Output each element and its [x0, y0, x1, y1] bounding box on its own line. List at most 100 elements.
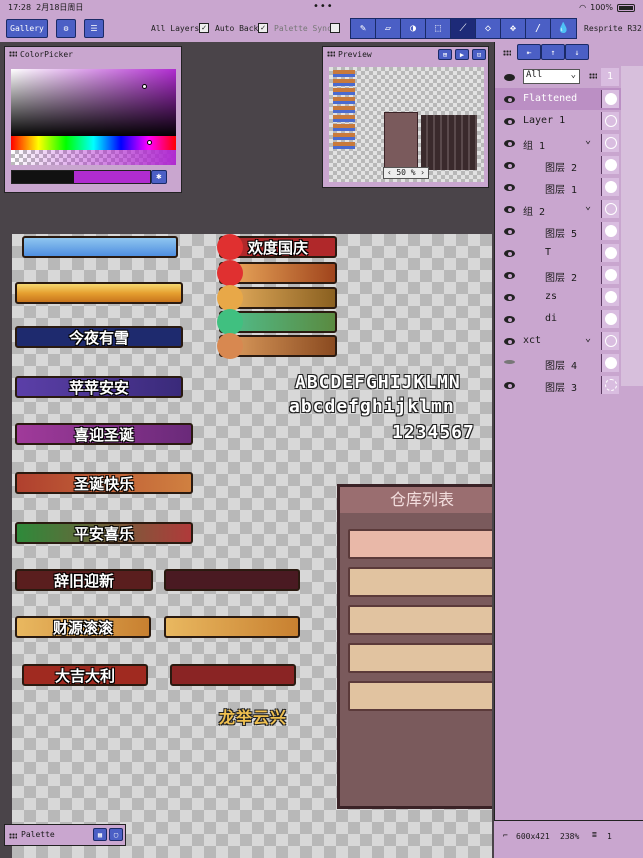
- canvas-banner-peace: 苹苹安安: [15, 376, 183, 398]
- warehouse-panel-art: 仓库列表: [337, 484, 492, 809]
- hue-slider[interactable]: [11, 136, 176, 150]
- colorpicker-title: ColorPicker: [20, 49, 73, 59]
- layer-thumbnail[interactable]: [601, 156, 619, 174]
- eye-icon[interactable]: [504, 382, 515, 389]
- grip-icon: [589, 73, 597, 79]
- pencil-icon: ✎: [359, 23, 367, 34]
- layer-filter-select[interactable]: All ⌄: [523, 69, 580, 84]
- eye-icon[interactable]: [504, 250, 515, 257]
- pencil-tool[interactable]: ✎: [351, 19, 376, 38]
- grip-icon: [503, 50, 511, 56]
- layer-thumbnail[interactable]: [601, 332, 619, 350]
- eyedropper-button[interactable]: ✱: [151, 170, 167, 184]
- canvas-banner-jade: [217, 309, 337, 335]
- marquee-icon: ⬚: [434, 23, 442, 34]
- pixel-canvas[interactable]: 今夜有雪 苹苹安安 喜迎圣诞 圣诞快乐 平安喜乐 辞旧迎新 财源滚滚 大吉大利 …: [12, 234, 492, 858]
- layer-thumbnail[interactable]: [601, 266, 619, 284]
- all-layers-label: All Layers: [151, 24, 200, 33]
- eye-icon[interactable]: [504, 96, 515, 103]
- banner-text-joy: 平安喜乐: [73, 524, 134, 543]
- coin-icon: [217, 285, 243, 311]
- sphere-icon: ◑: [409, 23, 417, 34]
- palette-panel[interactable]: Palette ▦ ▢: [4, 824, 126, 846]
- layer-thumbnail[interactable]: [601, 178, 619, 196]
- layer-thumbnail[interactable]: [601, 112, 619, 130]
- layer-thumbnail[interactable]: [601, 376, 619, 394]
- eyedropper-tool[interactable]: ⟋: [451, 19, 476, 38]
- preview-image[interactable]: [329, 67, 484, 182]
- eye-icon[interactable]: [504, 338, 515, 345]
- move-tool[interactable]: ✥: [501, 19, 526, 38]
- line-tool[interactable]: /: [526, 19, 551, 38]
- layer-thumbnail[interactable]: [601, 310, 619, 328]
- layer-thumbnail-icon: [605, 159, 617, 171]
- alpha-slider[interactable]: [11, 150, 176, 165]
- layer-thumbnail[interactable]: [601, 200, 619, 218]
- palette-grid-button[interactable]: ▦: [93, 828, 107, 841]
- warehouse-slot: [348, 681, 492, 711]
- selection-tool[interactable]: ⬚: [426, 19, 451, 38]
- layer-thumbnail[interactable]: [601, 222, 619, 240]
- dither-tool[interactable]: ◑: [401, 19, 426, 38]
- colorpicker-header[interactable]: ColorPicker: [5, 47, 181, 61]
- fit-icon: ⊡: [476, 50, 482, 59]
- adjustments-button[interactable]: ☰: [84, 19, 104, 38]
- auto-back-checkbox[interactable]: ✓: [258, 23, 268, 33]
- settings-button[interactable]: ⚙: [56, 19, 76, 38]
- eye-icon[interactable]: [504, 206, 515, 213]
- layer-thumbnail[interactable]: [601, 90, 619, 108]
- canvas-banner-newyear: 辞旧迎新: [15, 569, 153, 591]
- eye-icon[interactable]: [504, 294, 515, 301]
- zoom-next-icon[interactable]: ›: [420, 168, 425, 178]
- palette-sync-checkbox[interactable]: [330, 23, 340, 33]
- eye-icon[interactable]: [504, 316, 515, 323]
- saturation-field[interactable]: [11, 69, 176, 137]
- font-sample-digits: 1234567: [392, 422, 475, 443]
- layer-first-button[interactable]: ⇤: [517, 44, 541, 60]
- multitask-dots[interactable]: •••: [313, 1, 334, 12]
- hue-cursor[interactable]: [147, 140, 152, 145]
- layer-thumbnail[interactable]: [601, 288, 619, 306]
- eye-icon[interactable]: [504, 162, 515, 169]
- eye-closed-icon[interactable]: [504, 360, 515, 364]
- all-layers-checkbox[interactable]: ✓: [199, 23, 209, 33]
- eye-icon[interactable]: [504, 118, 515, 125]
- eraser-tool[interactable]: ▱: [376, 19, 401, 38]
- palette-expand-button[interactable]: ▢: [109, 828, 123, 841]
- preview-thumb-bars: [333, 70, 355, 150]
- preview-play-button[interactable]: ▶: [455, 49, 469, 60]
- canvas-banner-blue: [22, 236, 178, 258]
- eye-icon[interactable]: [504, 184, 515, 191]
- eye-icon[interactable]: [504, 272, 515, 279]
- layer-down-button[interactable]: ↓: [565, 44, 589, 60]
- warehouse-slot: [348, 567, 492, 597]
- warehouse-slot: [348, 529, 492, 559]
- preview-grid-button[interactable]: ⊞: [438, 49, 452, 60]
- layer-thumbnail-icon: [605, 291, 617, 303]
- preview-fit-button[interactable]: ⊡: [472, 49, 486, 60]
- chevron-down-icon[interactable]: ⌄: [585, 201, 591, 212]
- saturation-cursor[interactable]: [142, 84, 147, 89]
- eye-icon[interactable]: [504, 74, 515, 81]
- eye-icon[interactable]: [504, 228, 515, 235]
- canvas-info-bar: ⌐ 600x421 238% ≣ 1: [494, 820, 643, 858]
- banner-text-christmas: 喜迎圣诞: [73, 425, 134, 444]
- canvas-banner-christmas: 喜迎圣诞: [15, 423, 193, 445]
- layer-filter-value: All: [526, 70, 543, 80]
- layer-up-button[interactable]: ↑: [541, 44, 565, 60]
- gallery-button[interactable]: Gallery: [6, 19, 48, 38]
- chevron-down-icon[interactable]: ⌄: [585, 135, 591, 146]
- smudge-tool[interactable]: 💧: [551, 19, 576, 38]
- preview-zoom-control[interactable]: ‹ 50 % ›: [383, 167, 429, 179]
- zoom-prev-icon[interactable]: ‹: [387, 168, 392, 178]
- grip-icon: [9, 833, 17, 839]
- preview-header[interactable]: Preview ⊞ ▶ ⊡: [323, 47, 488, 61]
- layer-thumbnail[interactable]: [601, 354, 619, 372]
- layer-thumbnail[interactable]: [601, 244, 619, 262]
- fill-tool[interactable]: ◇: [476, 19, 501, 38]
- layer-thumbnail-icon: [605, 379, 617, 391]
- layer-thumbnail[interactable]: [601, 134, 619, 152]
- chevron-down-icon[interactable]: ⌄: [585, 333, 591, 344]
- banner-text-peace: 苹苹安安: [68, 378, 129, 397]
- eye-icon[interactable]: [504, 140, 515, 147]
